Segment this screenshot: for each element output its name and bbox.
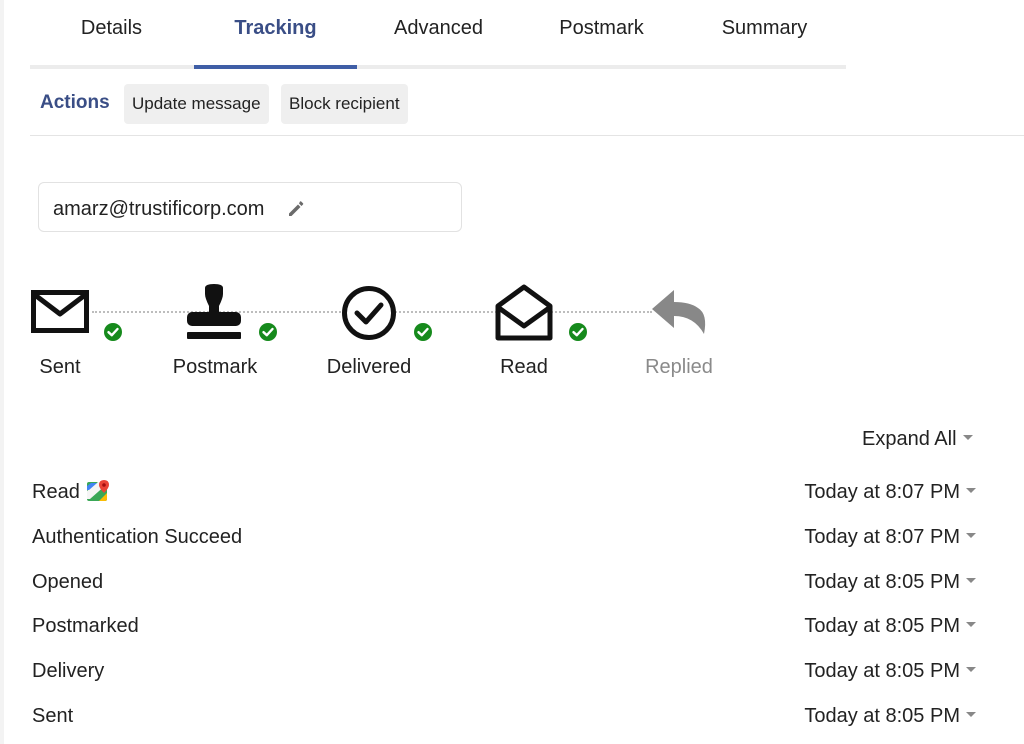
caret-down-icon bbox=[962, 435, 973, 441]
tab-bar: Details Tracking Advanced Postmark Summa… bbox=[30, 0, 846, 69]
event-name: Postmarked bbox=[32, 615, 139, 637]
event-name: Opened bbox=[32, 571, 104, 593]
read-check-icon bbox=[569, 323, 587, 341]
caret-down-icon bbox=[966, 622, 976, 628]
caret-down-icon bbox=[966, 667, 976, 673]
step-label-delivered: Delivered bbox=[326, 356, 412, 378]
caret-down-icon bbox=[966, 488, 976, 494]
step-label-postmark: Postmark bbox=[172, 356, 258, 378]
step-label-read: Read bbox=[500, 356, 548, 378]
postmark-check-icon bbox=[259, 323, 277, 341]
event-name: Sent bbox=[32, 705, 74, 727]
reply-icon bbox=[650, 288, 710, 345]
tab-advanced[interactable]: Advanced bbox=[357, 0, 520, 66]
event-name: Delivery bbox=[32, 660, 105, 682]
delivered-check-icon bbox=[414, 323, 432, 341]
pencil-icon[interactable] bbox=[286, 198, 306, 218]
event-row[interactable]: Sent Today at 8:05 PM bbox=[32, 699, 982, 739]
event-time: Today at 8:05 PM bbox=[804, 705, 976, 728]
event-time: Today at 8:05 PM bbox=[804, 615, 976, 638]
tab-details[interactable]: Details bbox=[30, 0, 193, 66]
tab-active-indicator bbox=[194, 65, 357, 69]
event-time: Today at 8:07 PM bbox=[804, 526, 976, 549]
caret-down-icon bbox=[966, 533, 976, 539]
event-row[interactable]: Postmarked Today at 8:05 PM bbox=[32, 609, 982, 649]
tab-tracking[interactable]: Tracking bbox=[194, 0, 357, 66]
block-recipient-button[interactable]: Block recipient bbox=[281, 84, 408, 124]
tab-postmark[interactable]: Postmark bbox=[520, 0, 683, 66]
event-time: Today at 8:05 PM bbox=[804, 660, 976, 683]
map-icon[interactable] bbox=[86, 479, 110, 503]
update-message-button[interactable]: Update message bbox=[124, 84, 269, 124]
actions-label: Actions bbox=[40, 92, 110, 113]
caret-down-icon bbox=[966, 578, 976, 584]
event-name: Authentication Succeed bbox=[32, 526, 243, 548]
open-envelope-icon bbox=[495, 284, 553, 347]
expand-all-label: Expand All bbox=[862, 428, 957, 450]
event-name: Read bbox=[32, 481, 80, 503]
divider bbox=[30, 135, 1024, 136]
stamp-icon bbox=[185, 284, 243, 347]
event-row[interactable]: Authentication Succeed Today at 8:07 PM bbox=[32, 520, 982, 560]
event-row[interactable]: Delivery Today at 8:05 PM bbox=[32, 654, 982, 694]
tab-summary[interactable]: Summary bbox=[683, 0, 846, 66]
step-label-sent: Sent bbox=[39, 356, 81, 378]
event-row[interactable]: Read Today at 8:07 PM bbox=[32, 475, 982, 515]
envelope-icon bbox=[31, 290, 89, 339]
recipient-email: amarz@trustificorp.com bbox=[53, 198, 265, 220]
sent-check-icon bbox=[104, 323, 122, 341]
check-circle-icon bbox=[341, 285, 397, 346]
tab-underline bbox=[30, 65, 846, 69]
event-time: Today at 8:05 PM bbox=[804, 571, 976, 594]
event-time: Today at 8:07 PM bbox=[804, 481, 976, 504]
event-row[interactable]: Opened Today at 8:05 PM bbox=[32, 565, 982, 605]
step-label-replied: Replied bbox=[645, 356, 713, 378]
caret-down-icon bbox=[966, 712, 976, 718]
recipient-box: amarz@trustificorp.com bbox=[38, 182, 462, 232]
expand-all-button[interactable]: Expand All bbox=[862, 428, 973, 451]
